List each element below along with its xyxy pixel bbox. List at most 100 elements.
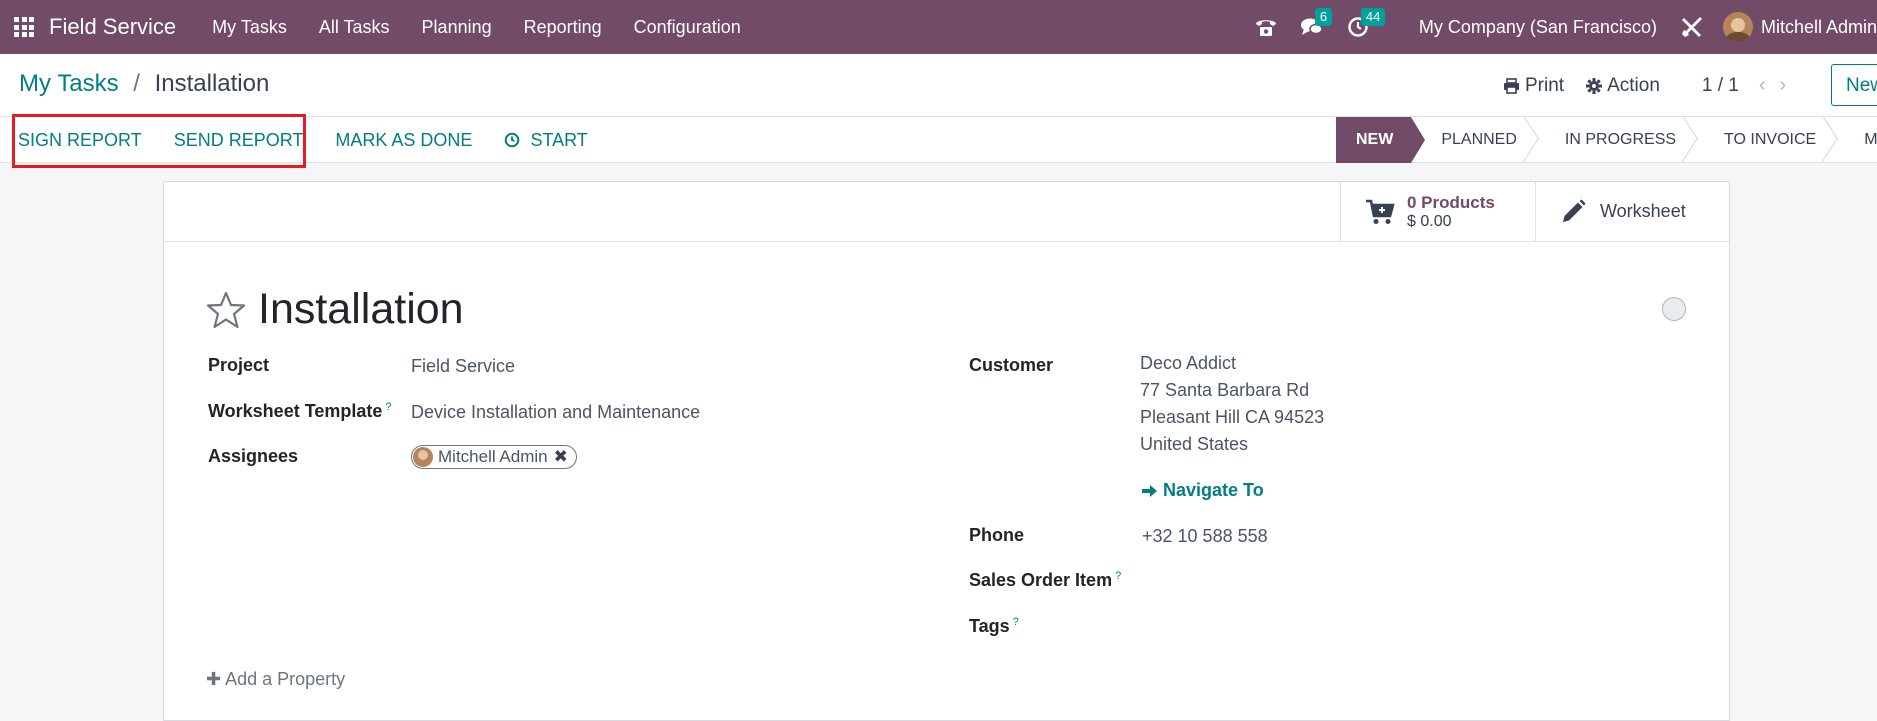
company-switcher[interactable]: My Company (San Francisco) <box>1419 17 1657 38</box>
chat-icon[interactable]: 6 <box>1297 8 1333 42</box>
avatar <box>413 447 433 467</box>
kanban-state-indicator[interactable] <box>1662 297 1686 321</box>
remove-tag-icon[interactable]: ✖ <box>554 447 568 467</box>
tags-label-text: Tags <box>969 616 1010 636</box>
clock-icon <box>505 132 520 148</box>
stage-to-invoice[interactable]: TO INVOICE <box>1694 117 1834 163</box>
worksheet-template-value[interactable]: Device Installation and Maintenance <box>411 402 700 423</box>
header-actions: SIGN REPORT SEND REPORT MARK AS DONE STA… <box>18 117 620 163</box>
gear-icon <box>1586 77 1603 94</box>
customer-street: 77 Santa Barbara Rd <box>1140 380 1310 400</box>
start-button[interactable]: START <box>504 129 588 151</box>
pager-next-icon[interactable]: › <box>1780 74 1787 97</box>
worksheet-template-label-text: Worksheet Template <box>208 401 383 421</box>
action-button[interactable]: Action <box>1586 75 1660 97</box>
products-count: 0 Products <box>1407 192 1495 212</box>
user-name: Mitchell Admin <box>1760 16 1877 37</box>
stage-planned-label: PLANNED <box>1441 131 1517 148</box>
sales-order-item-input[interactable] <box>1142 571 1542 595</box>
tags-label: Tags? <box>969 616 1019 637</box>
stage-new[interactable]: NEW <box>1336 117 1426 163</box>
control-actions: Print Action 1 / 1 ‹ › <box>1503 74 1800 97</box>
stage-planned[interactable]: PLANNED <box>1411 117 1535 163</box>
products-smart-button[interactable]: 0 Products $ 0.00 <box>1340 182 1535 241</box>
menu-my-tasks[interactable]: My Tasks <box>196 17 303 38</box>
systray: 6 44 My Company (San Francisco) Mitchell… <box>1251 0 1877 54</box>
app-name[interactable]: Field Service <box>49 14 176 40</box>
assignee-tag[interactable]: Mitchell Admin ✖ <box>411 445 577 469</box>
pager-value[interactable]: 1 / 1 <box>1702 75 1739 97</box>
breadcrumb-current: Installation <box>154 70 270 97</box>
phone-value[interactable]: +32 10 588 558 <box>1142 526 1268 547</box>
help-tooltip-icon[interactable]: ? <box>385 401 391 413</box>
activities-badge: 44 <box>1360 8 1386 26</box>
customer-address[interactable]: Deco Addict 77 Santa Barbara Rd Pleasant… <box>1140 350 1324 458</box>
messages-badge: 6 <box>1314 8 1333 26</box>
add-property-label: Add a Property <box>225 669 346 689</box>
assignees-label: Assignees <box>208 446 299 466</box>
breadcrumb-my-tasks[interactable]: My Tasks <box>19 70 119 97</box>
stage-pipeline: NEW PLANNED IN PROGRESS TO INVOICE MORE <box>1336 117 1877 163</box>
menu-reporting[interactable]: Reporting <box>508 17 618 38</box>
control-panel: My Tasks / Installation Print Action 1 /… <box>0 54 1877 117</box>
action-label: Action <box>1607 74 1660 96</box>
clock-icon[interactable]: 44 <box>1343 8 1386 42</box>
new-button[interactable]: New <box>1831 64 1877 106</box>
stage-in-progress-label: IN PROGRESS <box>1564 131 1677 148</box>
worksheet-template-field: Worksheet Template? <box>208 401 392 422</box>
stage-more-label: MORE <box>1864 131 1877 148</box>
breadcrumb: My Tasks / Installation <box>19 70 269 98</box>
breadcrumb-separator: / <box>133 70 140 97</box>
mark-as-done-button[interactable]: MARK AS DONE <box>335 130 472 151</box>
avatar <box>1722 12 1753 42</box>
assignee-name: Mitchell Admin <box>438 447 548 466</box>
sales-order-item-label: Sales Order Item? <box>969 570 1121 591</box>
project-value[interactable]: Field Service <box>411 356 515 377</box>
customer-name: Deco Addict <box>1140 353 1237 373</box>
plus-icon: ✚ <box>206 669 222 689</box>
customer-country: United States <box>1140 434 1249 454</box>
print-button[interactable]: Print <box>1503 75 1564 97</box>
stage-to-invoice-label: TO INVOICE <box>1724 131 1817 148</box>
customer-city: Pleasant Hill CA 94523 <box>1140 407 1325 427</box>
start-label: START <box>530 129 588 150</box>
debug-tools-icon[interactable] <box>1677 12 1707 42</box>
navigate-to-label: Navigate To <box>1163 480 1264 500</box>
assignees-field: Assignees <box>208 446 298 467</box>
phone-icon[interactable] <box>1251 12 1281 42</box>
sales-order-item-label-text: Sales Order Item <box>969 570 1113 590</box>
top-navbar: Field Service My Tasks All Tasks Plannin… <box>0 0 1877 54</box>
help-tooltip-icon[interactable]: ? <box>1013 616 1019 628</box>
arrow-right-icon <box>1142 484 1157 497</box>
menu-all-tasks[interactable]: All Tasks <box>303 17 406 38</box>
worksheet-template-label: Worksheet Template? <box>208 401 392 422</box>
apps-menu-icon[interactable] <box>14 17 34 37</box>
form-sheet: 0 Products $ 0.00 Worksheet Installation… <box>163 181 1730 721</box>
help-tooltip-icon[interactable]: ? <box>1115 570 1121 582</box>
menu-configuration[interactable]: Configuration <box>618 17 757 38</box>
phone-field: Phone <box>969 525 1024 546</box>
project-field: Project <box>208 355 269 376</box>
send-report-button[interactable]: SEND REPORT <box>174 130 304 151</box>
navigate-to-link[interactable]: Navigate To <box>1142 480 1264 501</box>
stage-in-progress[interactable]: IN PROGRESS <box>1535 117 1694 163</box>
star-icon[interactable] <box>206 291 246 329</box>
main-menu: My Tasks All Tasks Planning Reporting Co… <box>196 17 757 38</box>
customer-field: Customer <box>969 355 1053 376</box>
worksheet-smart-button[interactable]: Worksheet <box>1535 182 1730 241</box>
tags-input[interactable] <box>1142 617 1542 641</box>
sales-order-item-field: Sales Order Item? <box>969 570 1121 591</box>
add-property-button[interactable]: ✚ Add a Property <box>206 669 345 690</box>
cart-plus-icon <box>1366 199 1395 224</box>
pencil-icon <box>1563 199 1586 222</box>
project-label: Project <box>208 355 270 375</box>
user-menu[interactable]: Mitchell Admin <box>1722 12 1877 42</box>
phone-label: Phone <box>969 525 1025 545</box>
print-label: Print <box>1525 74 1565 96</box>
tags-field: Tags? <box>969 616 1019 637</box>
sign-report-button[interactable]: SIGN REPORT <box>18 130 142 151</box>
menu-planning[interactable]: Planning <box>406 17 508 38</box>
task-title[interactable]: Installation <box>258 285 464 334</box>
pager-previous-icon[interactable]: ‹ <box>1759 74 1766 97</box>
products-stat: 0 Products $ 0.00 <box>1407 193 1495 231</box>
